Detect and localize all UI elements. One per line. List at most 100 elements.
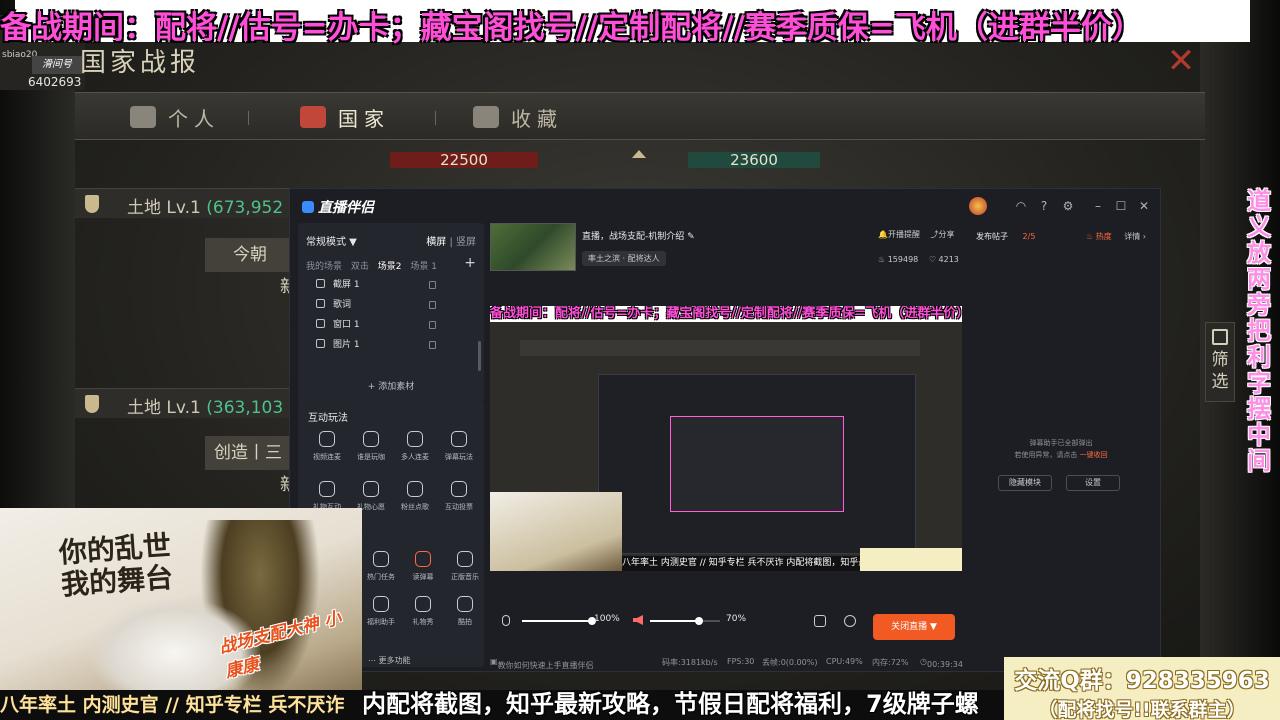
camera-icon	[457, 596, 473, 612]
mic-icon	[319, 431, 335, 447]
video-link-button[interactable]: 视频连麦	[304, 431, 350, 469]
share-button[interactable]: 分享	[939, 230, 955, 239]
bottom-left-text: 八年率土 内测史官 // 知乎专栏 兵不厌诈	[0, 694, 345, 716]
scene-tab[interactable]: 场景 1	[410, 262, 437, 272]
land-coords[interactable]: (673,952	[206, 198, 283, 218]
close-icon[interactable]: ✕	[1137, 199, 1151, 213]
source-item[interactable]: 歌词	[316, 297, 466, 313]
lock-icon[interactable]	[429, 341, 436, 349]
scrollbar[interactable]	[478, 341, 481, 371]
close-icon[interactable]: ✕	[1165, 44, 1197, 78]
portrait-option[interactable]: 竖屏	[456, 237, 476, 248]
category-text: 率土之滨 · 配将达人	[588, 254, 660, 263]
platform-logo: 滑间号	[32, 56, 82, 74]
hot-indicator: ♨ 热度	[1086, 232, 1112, 241]
shield-icon	[85, 195, 99, 213]
live-streaming-app: 直播伴侣 ◠ ? ⚙ – ☐ ✕ 常规模式 ▼ 横屏 | 竖屏 我的场景 双击 …	[289, 188, 1161, 672]
stream-preview[interactable]: 备战期间：配将//估号=办卡；藏宝阁找号//定制配将//赛季质保=飞机（进群半价…	[490, 306, 962, 571]
stream-cover[interactable]	[490, 223, 576, 271]
mode-dropdown[interactable]: 常规模式 ▼	[306, 237, 357, 248]
recall-link[interactable]: 一键收回	[1080, 451, 1108, 459]
source-label: 歌词	[333, 300, 352, 310]
tool-label: 福利助手	[367, 618, 395, 626]
lock-icon[interactable]	[429, 281, 436, 289]
vertical-slogan: 道义放两旁把利字摆中间	[1247, 187, 1271, 475]
mic-icon[interactable]	[502, 615, 510, 626]
scene-tab[interactable]: 双击	[351, 262, 369, 272]
headset-icon[interactable]: ◠	[1014, 199, 1028, 213]
minimize-icon[interactable]: –	[1091, 199, 1105, 213]
game-page-title: 国家战报	[80, 48, 201, 78]
gift-show-button[interactable]: 礼物秀	[400, 596, 446, 634]
scene-tab-active[interactable]: 场景2	[378, 262, 402, 272]
memory-usage: 内存:72%	[872, 658, 909, 667]
cool-shot-button[interactable]: 酷拍	[442, 596, 488, 634]
slider-knob[interactable]	[695, 617, 703, 625]
speaker-icon[interactable]	[633, 615, 643, 625]
preview-banner: 备战期间：配将//估号=办卡；藏宝阁找号//定制配将//赛季质保=飞机（进群半价…	[490, 306, 962, 322]
scene-tab[interactable]: 我的场景	[306, 262, 342, 272]
avatar[interactable]	[969, 197, 987, 215]
add-scene-icon[interactable]: +	[464, 255, 476, 271]
add-source-button[interactable]: + 添加素材	[298, 379, 484, 392]
orientation-toggle[interactable]: 横屏 | 竖屏	[426, 233, 476, 248]
settings-icon[interactable]: ⚙	[1061, 199, 1075, 213]
occupant-name: 创造丨三	[205, 436, 291, 470]
vote-button[interactable]: 互动投票	[436, 481, 482, 519]
tutorial-link[interactable]: ▣ 教你如何快速上手直播伴侣	[490, 657, 594, 670]
help-icon[interactable]: ?	[1037, 199, 1051, 213]
preview-qq-box	[860, 548, 962, 571]
screen: sbiao20 滑间号 6402693 国家战报 ✕ 个人 国家 收藏 2250…	[0, 0, 1280, 720]
game-play-button[interactable]: 谁是玩咖	[348, 431, 394, 469]
window-icon	[316, 319, 325, 328]
report-row[interactable]: 土地 Lv.1 (673,952	[75, 188, 295, 218]
read-danmu-button[interactable]: 读弹幕	[400, 551, 446, 589]
camera-icon[interactable]	[844, 615, 856, 627]
hot-task-button[interactable]: 热门任务	[358, 551, 404, 589]
interactive-title: 互动玩法	[308, 413, 348, 424]
preview-game-tabs	[520, 340, 920, 356]
lock-icon[interactable]	[429, 301, 436, 309]
danmu-icon	[415, 551, 431, 567]
maximize-icon[interactable]: ☐	[1114, 199, 1128, 213]
close-live-button[interactable]: 关闭直播 ▼	[873, 614, 955, 640]
source-item[interactable]: 窗口 1	[316, 317, 466, 333]
lock-icon[interactable]	[429, 321, 436, 329]
tab-nation[interactable]: 国家	[300, 103, 390, 131]
tab-favorites[interactable]: 收藏	[473, 103, 563, 131]
post-count: 2/5	[1022, 232, 1036, 241]
nation-emblem-icon	[300, 106, 326, 128]
landscape-option[interactable]: 横屏	[426, 237, 446, 248]
stream-category[interactable]: 率土之滨 · 配将达人	[582, 251, 666, 266]
music-button[interactable]: 正版音乐	[442, 551, 488, 589]
hide-module-button[interactable]: 隐藏模块	[998, 475, 1052, 491]
mic-volume-slider[interactable]	[522, 617, 596, 625]
multi-link-button[interactable]: 多人连麦	[392, 431, 438, 469]
settings-button[interactable]: 设置	[1066, 475, 1120, 491]
filter-button[interactable]: 筛选	[1205, 322, 1235, 402]
game-tab-bar: 个人 国家 收藏	[75, 92, 1205, 140]
land-coords[interactable]: (363,103	[206, 398, 283, 418]
edit-icon[interactable]: ✎	[687, 232, 695, 242]
stream-title[interactable]: 直播，战场支配-机制介绍 ✎	[582, 229, 695, 242]
song-request-button[interactable]: 粉丝点歌	[392, 481, 438, 519]
record-icon[interactable]	[814, 615, 826, 627]
speaker-volume-slider[interactable]	[650, 617, 720, 625]
app-titlebar: 直播伴侣 ◠ ? ⚙ – ☐ ✕	[290, 189, 1162, 223]
portrait-overlay: 你的乱世我的舞台 战场支配大神 小康康	[0, 508, 362, 720]
tutorial-text: 教你如何快速上手直播伴侣	[497, 661, 594, 670]
source-item[interactable]: 图片 1	[316, 337, 466, 353]
post-button[interactable]: 发布帖子	[976, 232, 1008, 241]
chat-header: 发布帖子 2/5 ♨ 热度 详情 ›	[976, 231, 1146, 242]
app-logo: 直播伴侣	[302, 197, 374, 217]
source-item[interactable]: 截屏 1	[316, 277, 466, 293]
tab-personal[interactable]: 个人	[130, 103, 220, 131]
remind-button[interactable]: 开播提醒	[888, 230, 920, 239]
live-timer: ◷ 00:39:34	[920, 657, 963, 669]
report-row[interactable]: 土地 Lv.1 (363,103	[75, 388, 295, 418]
welfare-button[interactable]: 福利助手	[358, 596, 404, 634]
danmu-game-button[interactable]: 弹幕玩法	[436, 431, 482, 469]
tab-divider	[248, 111, 249, 125]
land-level: 土地 Lv.1	[127, 198, 201, 218]
detail-link[interactable]: 详情 ›	[1124, 231, 1146, 242]
